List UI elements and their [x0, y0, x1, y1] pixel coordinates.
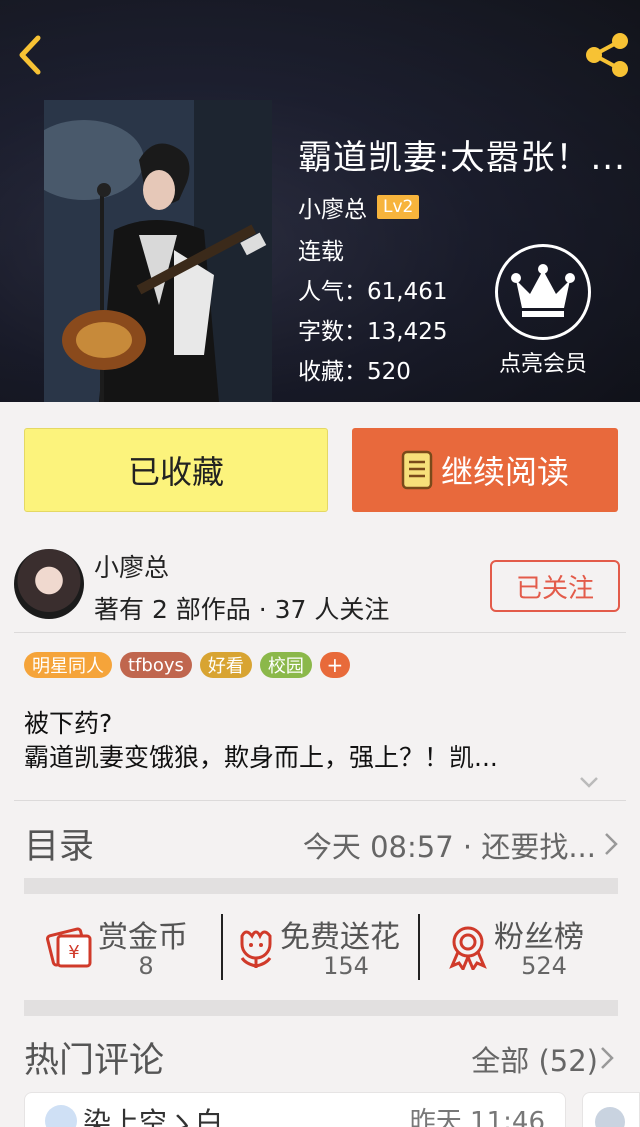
section-separator	[24, 878, 618, 894]
book-header: 霸道凯妻:太嚣张！... 小廖总 Lv2 连载 人气：61,461 字数：13,…	[0, 0, 640, 402]
tag-item[interactable]: tfboys	[120, 652, 192, 678]
status-text: 连载	[298, 239, 344, 265]
popularity-text: 人气：61,461	[298, 279, 448, 305]
tag-item[interactable]: 校园	[259, 652, 312, 678]
favorites-text: 收藏：520	[298, 359, 411, 385]
continue-reading-label: 继续阅读	[440, 453, 569, 491]
crown-icon	[511, 264, 575, 317]
description-line-1: 被下药?	[24, 709, 113, 738]
add-tag-button[interactable]: +	[319, 652, 350, 678]
tag-item[interactable]: 好看	[199, 652, 252, 678]
all-comments-link[interactable]: 全部 (52)	[471, 1038, 598, 1080]
reward-flowers-value: 154	[323, 952, 369, 980]
follow-button[interactable]: 已关注	[490, 560, 620, 612]
author-row[interactable]: 小廖总 Lv2	[298, 190, 420, 224]
cover-illustration	[44, 100, 272, 402]
hot-comments-title: 热门评论	[24, 1041, 165, 1081]
medal-icon	[449, 926, 487, 970]
book-title: 霸道凯妻:太嚣张！...	[298, 138, 626, 178]
flower-icon	[240, 930, 272, 968]
comment-time: 昨天 11:46	[409, 1107, 545, 1127]
collected-button[interactable]: 已收藏	[24, 428, 328, 512]
chevron-left-icon	[19, 35, 41, 75]
word-count-text: 字数：13,425	[298, 319, 448, 345]
comment-card[interactable]	[582, 1092, 640, 1127]
follow-label: 已关注	[515, 573, 594, 604]
reward-fans-label: 粉丝榜	[494, 920, 584, 955]
chevron-right-icon[interactable]	[600, 1046, 614, 1070]
back-button[interactable]	[12, 30, 52, 80]
writer-stats: 著有 2 部作品 · 37 人关注	[94, 595, 390, 624]
collected-label: 已收藏	[127, 453, 224, 491]
chevron-down-icon[interactable]	[578, 774, 600, 790]
book-cover[interactable]	[44, 100, 272, 402]
svg-text:¥: ¥	[68, 942, 79, 963]
comment-card[interactable]: 染上空ゝ白 昨天 11:46	[24, 1092, 566, 1127]
vip-label: 点亮会员	[498, 352, 587, 377]
reward-flowers[interactable]: 免费送花 154	[232, 912, 416, 982]
reward-fans-value: 524	[521, 952, 567, 980]
divider	[418, 914, 420, 980]
commenter-name[interactable]: 染上空ゝ白	[83, 1101, 223, 1127]
catalog-update: 今天 08:57 · 还要找...	[302, 830, 596, 864]
reward-coins[interactable]: ¥ 赏金币 8	[46, 912, 206, 982]
level-badge: Lv2	[377, 195, 420, 219]
tag-list: 明星同人 tfboys 好看 校园 +	[24, 652, 350, 678]
reward-coins-value: 8	[138, 952, 154, 980]
author-avatar[interactable]	[14, 549, 84, 619]
reward-fans[interactable]: 粉丝榜 524	[444, 912, 604, 982]
vip-circle	[495, 244, 591, 340]
author-name[interactable]: 小廖总	[298, 190, 367, 224]
commenter-avatar[interactable]	[595, 1107, 625, 1127]
reward-flowers-label: 免费送花	[280, 920, 400, 955]
description-line-2: 霸道凯妻变饿狼，欺身而上，强上？！凯...	[24, 743, 498, 772]
chevron-right-icon	[605, 833, 618, 855]
catalog-title: 目录	[24, 827, 95, 867]
share-icon	[586, 33, 628, 77]
divider	[221, 914, 223, 980]
tag-item[interactable]: 明星同人	[24, 652, 112, 678]
writer-name[interactable]: 小廖总	[94, 548, 169, 584]
book-icon	[401, 450, 433, 490]
catalog-row[interactable]: 目录 今天 08:57 · 还要找...	[24, 812, 620, 872]
divider	[14, 800, 626, 801]
section-separator	[24, 1000, 618, 1016]
continue-reading-button[interactable]: 继续阅读	[352, 428, 618, 512]
reward-coins-label: 赏金币	[98, 920, 188, 955]
divider	[14, 632, 626, 633]
vip-button[interactable]: 点亮会员	[492, 244, 594, 378]
share-button[interactable]	[582, 30, 632, 80]
red-envelope-icon: ¥	[46, 927, 92, 968]
commenter-avatar[interactable]	[45, 1105, 77, 1127]
